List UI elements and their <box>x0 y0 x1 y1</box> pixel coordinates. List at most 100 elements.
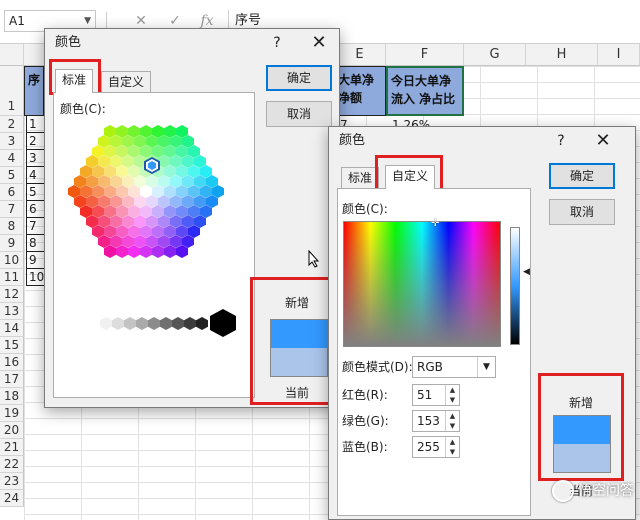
header-cell-a[interactable]: 序 <box>24 66 44 116</box>
chevron-down-icon[interactable]: ▼ <box>477 357 495 377</box>
grayscale-palette[interactable] <box>54 93 254 353</box>
cell-a-value[interactable]: 4 <box>26 167 44 184</box>
row-header[interactable]: 5 <box>0 167 24 184</box>
header-a-text: 序 <box>28 73 41 87</box>
tab-custom[interactable]: 自定义 <box>385 165 436 189</box>
row-header[interactable]: 21 <box>0 439 24 456</box>
color-mode-select[interactable]: RGB ▼ <box>412 356 496 378</box>
wukong-logo-icon <box>552 480 574 502</box>
crosshair-icon[interactable]: ✛ <box>431 219 440 229</box>
grayscale-color-cell[interactable] <box>100 317 112 330</box>
current-color-label: 当前 <box>285 386 310 400</box>
row-header[interactable]: 9 <box>0 235 24 252</box>
ok-button[interactable]: 确定 <box>266 65 332 91</box>
green-label: 绿色(G): <box>342 414 389 428</box>
ok-button[interactable]: 确定 <box>549 163 615 189</box>
green-stepper-icon[interactable]: ▲ ▼ <box>445 411 459 431</box>
row-header[interactable]: 6 <box>0 184 24 201</box>
row-header[interactable]: 22 <box>0 456 24 473</box>
row-header[interactable]: 13 <box>0 303 24 320</box>
cell-a-value[interactable]: 6 <box>26 201 44 218</box>
row-header[interactable]: 10 <box>0 252 24 269</box>
header-e-text: 大单净净额 <box>338 73 375 105</box>
grayscale-color-cell[interactable] <box>88 317 100 330</box>
colors-label: 颜色(C): <box>342 202 388 216</box>
select-all-corner[interactable] <box>0 44 24 66</box>
help-icon[interactable]: ? <box>547 127 575 155</box>
luminance-slider-arrow-icon[interactable]: ◀ <box>523 267 530 277</box>
black-color-cell[interactable] <box>210 309 236 337</box>
column-header-h[interactable]: H <box>526 44 598 66</box>
current-color-swatch <box>271 348 327 376</box>
red-stepper-icon[interactable]: ▲ ▼ <box>445 385 459 405</box>
new-color-label: 新增 <box>285 296 310 310</box>
current-color-swatch <box>554 444 610 472</box>
blue-label: 蓝色(B): <box>342 440 388 454</box>
column-header-i[interactable]: I <box>598 44 640 66</box>
blue-stepper-icon[interactable]: ▲ ▼ <box>445 437 459 457</box>
spectrum-picker[interactable] <box>343 221 501 347</box>
row-header[interactable]: 11 <box>0 269 24 286</box>
close-icon[interactable]: ✕ <box>589 127 617 155</box>
red-value: 51 <box>417 388 433 402</box>
cell-a-value[interactable]: 9 <box>26 252 44 269</box>
cell-a-value[interactable]: 7 <box>26 218 44 235</box>
cell-a-value[interactable]: 5 <box>26 184 44 201</box>
green-value: 153 <box>417 414 440 428</box>
dialog-title: 颜色 <box>339 133 366 148</box>
cell-a-value[interactable]: 8 <box>26 235 44 252</box>
column-header-e[interactable]: E <box>334 44 386 66</box>
row-header[interactable]: 3 <box>0 133 24 150</box>
tab-standard[interactable]: 标准 <box>341 167 380 189</box>
column-header-g[interactable]: G <box>464 44 526 66</box>
grayscale-color-cell[interactable] <box>196 317 208 330</box>
header-cell-e[interactable]: 大单净净额 <box>334 66 386 116</box>
dialog-title: 颜色 <box>55 35 82 50</box>
tab-custom[interactable]: 自定义 <box>101 71 152 93</box>
cell-a-value[interactable]: 10 <box>26 269 44 286</box>
blue-input[interactable]: 255 ▲ ▼ <box>412 436 460 458</box>
luminance-slider[interactable] <box>510 227 520 345</box>
row-header[interactable]: 4 <box>0 150 24 167</box>
grayscale-color-cell[interactable] <box>172 317 184 330</box>
watermark: 悟空问答 <box>552 480 634 502</box>
cell-a-value[interactable]: 1 <box>26 116 44 133</box>
row-header[interactable]: 8 <box>0 218 24 235</box>
header-cell-f[interactable]: 今日大单净流入 净占比 <box>386 66 464 116</box>
grayscale-color-cell[interactable] <box>184 317 196 330</box>
new-color-swatch <box>554 416 610 444</box>
row-header[interactable]: 16 <box>0 354 24 371</box>
row-header[interactable]: 7 <box>0 201 24 218</box>
grayscale-color-cell[interactable] <box>112 317 124 330</box>
row-header[interactable]: 24 <box>0 490 24 507</box>
row-header[interactable]: 23 <box>0 473 24 490</box>
cell-a-value[interactable]: 3 <box>26 150 44 167</box>
row-header[interactable]: 14 <box>0 320 24 337</box>
close-icon[interactable]: ✕ <box>305 29 333 57</box>
row-header[interactable]: 2 <box>0 116 24 133</box>
cancel-button[interactable]: 取消 <box>549 199 615 225</box>
new-color-label: 新增 <box>569 396 594 410</box>
grayscale-color-cell[interactable] <box>136 317 148 330</box>
green-input[interactable]: 153 ▲ ▼ <box>412 410 460 432</box>
cell-a-value[interactable]: 2 <box>26 133 44 150</box>
help-icon[interactable]: ? <box>263 29 291 57</box>
row-header[interactable]: 18 <box>0 388 24 405</box>
tab-standard[interactable]: 标准 <box>55 69 94 93</box>
row-header[interactable]: 17 <box>0 371 24 388</box>
color-preview <box>553 415 611 473</box>
row-header[interactable]: 20 <box>0 422 24 439</box>
name-box-value: A1 <box>9 14 25 28</box>
row-header[interactable]: 12 <box>0 286 24 303</box>
grayscale-color-cell[interactable] <box>124 317 136 330</box>
grayscale-color-cell[interactable] <box>160 317 172 330</box>
row-header[interactable]: 15 <box>0 337 24 354</box>
column-header-f[interactable]: F <box>386 44 464 66</box>
cancel-button[interactable]: 取消 <box>266 101 332 127</box>
red-input[interactable]: 51 ▲ ▼ <box>412 384 460 406</box>
blue-value: 255 <box>417 440 440 454</box>
new-color-swatch <box>271 320 327 348</box>
grayscale-color-cell[interactable] <box>148 317 160 330</box>
row-header[interactable]: 1 <box>0 66 24 116</box>
row-header[interactable]: 19 <box>0 405 24 422</box>
